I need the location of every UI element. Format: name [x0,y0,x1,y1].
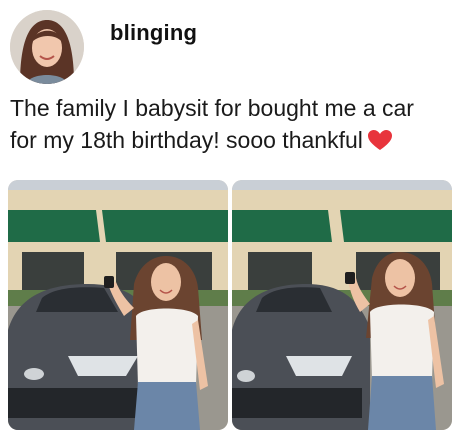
photo-right[interactable] [232,180,452,430]
car-photo-image [8,180,228,430]
photo-left[interactable] [8,180,228,430]
caption-line-2: for my 18th birthday! sooo thankful [10,124,450,156]
post-caption: The family I babysit for bought me a car… [10,92,450,156]
username[interactable]: blinging [110,20,197,46]
post-header: blinging [10,10,450,84]
heart-icon [367,130,392,150]
caption-line-1: The family I babysit for bought me a car [10,95,414,121]
caption-line-2-text: for my 18th birthday! sooo thankful [10,127,363,153]
photo-grid [8,180,452,430]
avatar-image [10,10,84,84]
social-post: blinging The family I babysit for bought… [0,0,460,436]
avatar[interactable] [10,10,84,84]
car-photo-image [232,180,452,430]
